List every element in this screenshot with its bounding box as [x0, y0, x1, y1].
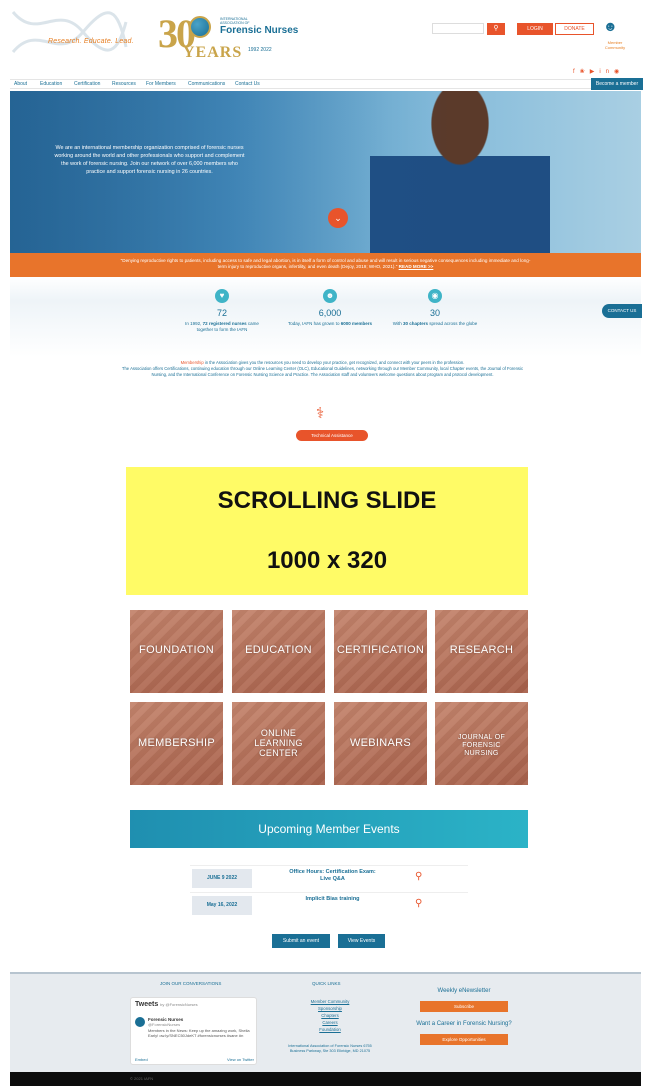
hero-text: We are an international membership organ…	[54, 145, 245, 175]
nurse-icon: ⚕	[316, 405, 325, 422]
nav-item-resources[interactable]: Resources	[112, 81, 136, 87]
tagline: Research. Educate. Lead.	[48, 38, 134, 45]
tile-membership[interactable]: MEMBERSHIP	[130, 702, 223, 785]
instagram-icon[interactable]: ◉	[614, 69, 624, 75]
nav-item-about[interactable]: About	[14, 81, 27, 87]
quick-links-heading: QUICK LINKS	[312, 981, 341, 986]
slide-line-2: 1000 x 320	[266, 547, 388, 574]
membership-description: Membership in the Association gives you …	[121, 360, 524, 377]
heartbeat-icon: ♥	[215, 289, 229, 303]
quick-link-sponsorship[interactable]: Sponsorship	[290, 1006, 370, 1011]
stat-text: With 30 chapters spread across the globe	[392, 321, 478, 326]
tweet-text: Members in the News: Keep up the amazing…	[148, 1028, 250, 1038]
view-on-twitter-link[interactable]: View on Twitter	[227, 1057, 254, 1062]
copyright: © 2021 IAFN	[130, 1076, 154, 1081]
tile-research[interactable]: RESEARCH	[435, 610, 528, 693]
avatar[interactable]	[135, 1017, 145, 1027]
search-icon[interactable]: ⚲	[415, 871, 422, 882]
subscribe-button[interactable]: Subscribe	[420, 1001, 508, 1012]
stat-chapters: ◉ 30 With 30 chapters spread across the …	[390, 289, 480, 327]
career-heading: Want a Career in Forensic Nursing?	[416, 1021, 512, 1027]
tile-webinars[interactable]: WEBINARS	[334, 702, 427, 785]
search-button[interactable]: ⚲	[487, 23, 505, 35]
scroll-down-icon[interactable]: ⌄	[328, 208, 348, 228]
tile-online-learning-center[interactable]: ONLINE LEARNING CENTER	[232, 702, 325, 785]
logo-org-name: Forensic Nurses	[220, 25, 299, 36]
search-icon[interactable]: ⚲	[415, 898, 422, 909]
events-heading: Upcoming Member Events	[130, 810, 528, 848]
quick-link-careers[interactable]: Careers	[290, 1020, 370, 1025]
main-nav: About Education Certification Resources …	[10, 79, 641, 89]
tile-journal[interactable]: JOURNAL OF FORENSIC NURSING	[435, 702, 528, 785]
globe-icon: ◉	[428, 289, 442, 303]
twitter-icon[interactable]: ❀	[580, 69, 590, 75]
contact-us-button[interactable]: CONTACT US	[602, 304, 642, 318]
stat-number: 30	[429, 308, 440, 318]
tile-education[interactable]: EDUCATION	[232, 610, 325, 693]
submit-event-button[interactable]: Submit an event	[272, 934, 330, 948]
youtube-icon[interactable]: ▶	[590, 69, 600, 75]
enewsletter-heading: Weekly eNewsletter	[437, 988, 491, 994]
nav-item-certification[interactable]: Certification	[74, 81, 100, 87]
community-icon[interactable]: ☻	[603, 18, 618, 34]
slide-line-1: SCROLLING SLIDE	[217, 487, 437, 514]
nav-item-for-members[interactable]: For Members	[146, 81, 176, 87]
stat-text: In 1992, 72 registered nurses came toget…	[185, 321, 259, 332]
explore-opportunities-button[interactable]: Explore Opportunities	[420, 1034, 508, 1045]
event-date: May 16, 2022	[192, 896, 252, 915]
login-button[interactable]: LOGIN	[517, 23, 553, 35]
quick-link-foundation[interactable]: Foundation	[290, 1027, 370, 1032]
stat-number: 6,000	[318, 308, 342, 318]
technical-assistance-button[interactable]: Technical Assistance	[296, 430, 368, 441]
stat-number: 72	[216, 308, 227, 318]
logo-org-small: INTERNATIONAL ASSOCIATION OF	[220, 17, 250, 25]
search-icon: ⚲	[493, 25, 499, 32]
hero-banner: We are an international membership organ…	[10, 91, 641, 253]
quote-text: "Denying reproductive rights to patients…	[120, 258, 531, 269]
scrolling-slide-placeholder[interactable]: SCROLLING SLIDE 1000 x 320	[126, 467, 528, 595]
linkedin-icon[interactable]: in	[599, 69, 614, 75]
event-date: JUNE 9 2022	[192, 869, 252, 888]
event-title[interactable]: Implicit Bias training	[285, 896, 380, 903]
facebook-icon[interactable]: f	[573, 69, 580, 75]
tile-foundation[interactable]: FOUNDATION	[130, 610, 223, 693]
nav-item-communications[interactable]: Communications	[188, 81, 225, 87]
embed-link[interactable]: Embed	[135, 1057, 148, 1062]
quote-bar: "Denying reproductive rights to patients…	[10, 253, 641, 277]
twitter-widget: Tweets by @ForensicNurses Forensic Nurse…	[130, 997, 257, 1065]
site-header: Research. Educate. Lead. 30 YEARS INTERN…	[0, 0, 645, 78]
membership-link[interactable]: Membership	[181, 360, 204, 365]
logo-years: YEARS	[183, 44, 243, 61]
social-links: f❀▶in◉	[573, 68, 624, 75]
logo-year-range: 1992 2022	[248, 47, 272, 53]
quick-link-member-community[interactable]: Member Community	[290, 999, 370, 1004]
view-events-button[interactable]: View Events	[338, 934, 385, 948]
join-heading: JOIN OUR CONVERSATIONS	[160, 981, 222, 986]
donate-button[interactable]: DONATE	[555, 23, 594, 35]
quick-link-chapters[interactable]: Chapters	[290, 1013, 370, 1018]
bottom-bar	[10, 1072, 641, 1086]
tile-certification[interactable]: CERTIFICATION	[334, 610, 427, 693]
stat-text: Today, IAFN has grown to 6000 members	[288, 321, 372, 326]
address: International Association of Forensic Nu…	[288, 1044, 372, 1053]
member-community-link[interactable]: Member Community	[600, 40, 630, 50]
stat-founding: ♥ 72 In 1992, 72 registered nurses came …	[177, 289, 267, 333]
search-input[interactable]	[432, 23, 484, 34]
dna-helix-graphic	[11, 11, 128, 53]
event-row[interactable]: JUNE 9 2022 Office Hours: Certification …	[190, 865, 468, 890]
event-title[interactable]: Office Hours: Certification Exam: Live Q…	[285, 869, 380, 883]
nav-item-education[interactable]: Education	[40, 81, 62, 87]
read-more-link[interactable]: READ MORE >>	[399, 264, 434, 269]
stat-members: ☻ 6,000 Today, IAFN has grown to 6000 me…	[285, 289, 375, 327]
tweets-title: Tweets by @ForensicNurses	[135, 1001, 198, 1008]
stats-section: ♥ 72 In 1992, 72 registered nurses came …	[10, 277, 641, 357]
people-icon: ☻	[323, 289, 337, 303]
tweet-handle: @ForensicNurses	[148, 1022, 181, 1027]
become-member-button[interactable]: Become a member	[591, 78, 643, 90]
event-row[interactable]: May 16, 2022 Implicit Bias training ⚲	[190, 892, 468, 917]
globe-icon	[189, 16, 211, 38]
nav-item-contact-us[interactable]: Contact Us	[235, 81, 260, 87]
